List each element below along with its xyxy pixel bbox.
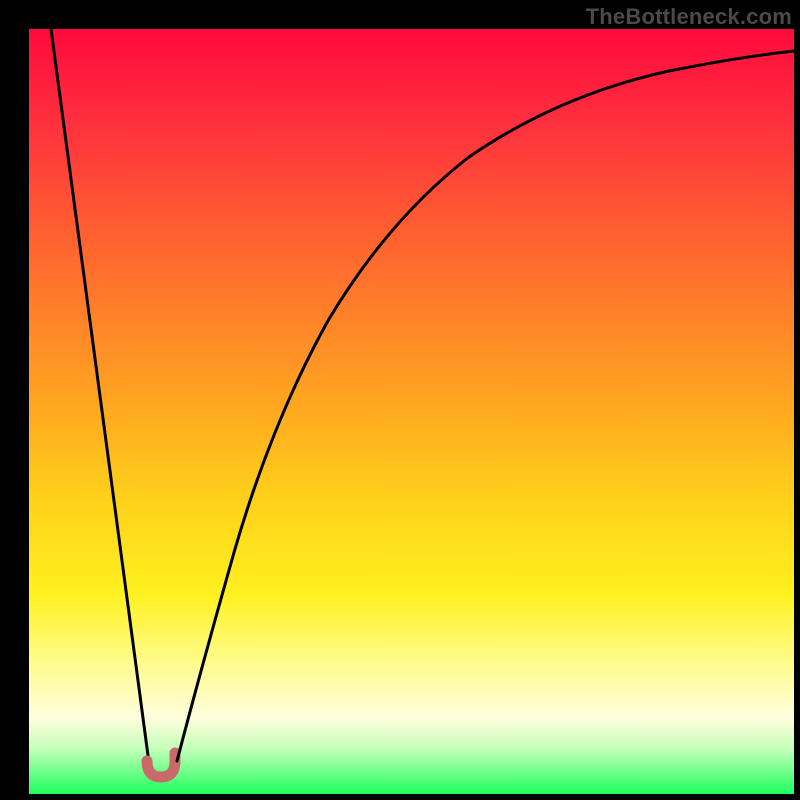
watermark-text: TheBottleneck.com bbox=[586, 4, 792, 30]
curve-layer bbox=[29, 29, 794, 794]
plot-area bbox=[29, 29, 794, 794]
chart-frame: TheBottleneck.com bbox=[0, 0, 800, 800]
trough-marker-icon bbox=[147, 753, 175, 777]
curve-right-ascent bbox=[177, 51, 794, 761]
curve-left-descent bbox=[51, 29, 149, 763]
